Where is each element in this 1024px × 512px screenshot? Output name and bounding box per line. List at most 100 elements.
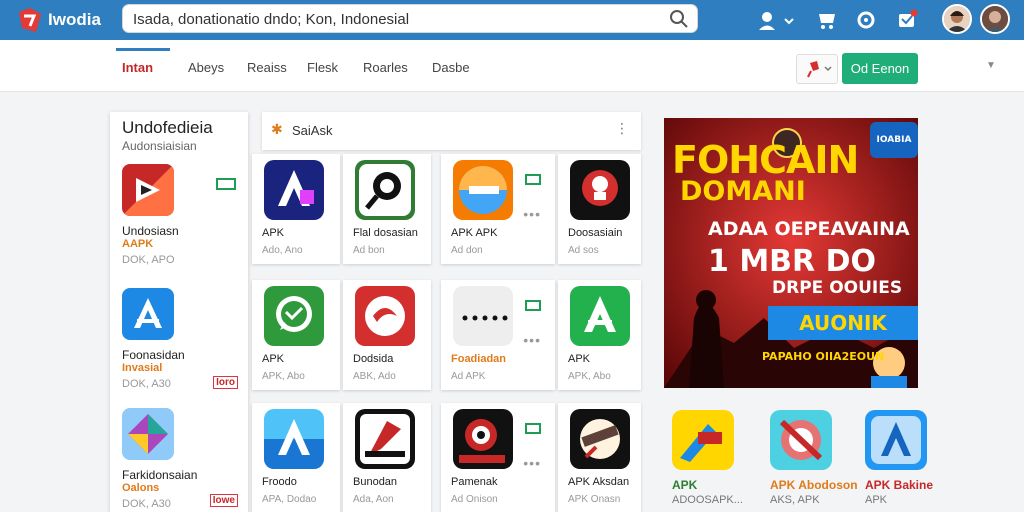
search-input[interactable]: Isada, donationatio dndo; Kon, Indonesia… bbox=[133, 11, 409, 28]
banner-footer-text: PAPAHO OIIA2EOUN bbox=[762, 350, 885, 363]
filter-button[interactable] bbox=[796, 54, 838, 84]
section-title: SaiAsk bbox=[292, 123, 333, 138]
app-meta: APK, Abo bbox=[262, 371, 305, 382]
app-meta: Ad APK bbox=[451, 371, 486, 382]
settings-icon[interactable] bbox=[855, 9, 877, 31]
tab-dasbe[interactable]: Dasbe bbox=[432, 60, 470, 75]
app-meta: ABK, Ado bbox=[353, 371, 396, 382]
more-options-icon[interactable]: ⋮ bbox=[615, 120, 629, 137]
user-icon[interactable] bbox=[756, 9, 778, 31]
app-name: Pamenak bbox=[451, 476, 498, 488]
tab-abeys[interactable]: Abeys bbox=[188, 60, 224, 75]
app-icon bbox=[355, 286, 415, 346]
app-card[interactable]: Flal dosasian Ad bon bbox=[343, 154, 431, 264]
install-status-icon bbox=[525, 300, 541, 311]
app-name: Bunodan bbox=[353, 476, 398, 488]
more-options-icon[interactable]: ••• bbox=[523, 332, 541, 348]
profile-photo-icon bbox=[982, 6, 1008, 32]
app-card[interactable]: Froodo APA, Dodao bbox=[252, 403, 340, 512]
cart-icon[interactable] bbox=[816, 9, 838, 31]
chevron-down-icon[interactable]: ▼ bbox=[986, 60, 996, 71]
chevron-down-icon[interactable] bbox=[782, 9, 796, 31]
notification-icon[interactable] bbox=[896, 9, 918, 31]
app-meta: APK, Abo bbox=[568, 371, 611, 382]
list-item[interactable]: Farkidonsaian Oalons DOK, A30 Iowe bbox=[110, 408, 248, 512]
banner-highlight: 1 MBR DO bbox=[708, 244, 876, 279]
app-tag: Oalons bbox=[122, 482, 160, 494]
install-status-icon bbox=[525, 174, 541, 185]
app-name: Dodsida bbox=[353, 353, 394, 365]
tab-roarles[interactable]: Roarles bbox=[363, 60, 408, 75]
app-logo-icon[interactable] bbox=[16, 6, 44, 34]
app-icon bbox=[672, 410, 734, 470]
app-name: APK APK bbox=[451, 227, 498, 239]
app-name: APK Abodoson bbox=[770, 478, 858, 492]
install-status-icon bbox=[525, 423, 541, 434]
app-card[interactable]: APK Abodoson AKS, APK bbox=[762, 410, 858, 510]
app-tag: AAPK bbox=[122, 238, 154, 250]
search-icon[interactable] bbox=[669, 9, 689, 29]
tab-flesk[interactable]: Flesk bbox=[307, 60, 338, 75]
search-bar[interactable]: Isada, donationatio dndo; Kon, Indonesia… bbox=[122, 4, 698, 33]
app-icon bbox=[264, 409, 324, 469]
banner-badge: IOABIA bbox=[870, 122, 918, 158]
app-meta: DOK, A30 bbox=[122, 498, 171, 510]
app-icon bbox=[355, 409, 415, 469]
app-name: Farkidonsaian bbox=[122, 468, 198, 482]
app-card[interactable]: APK APK, Abo bbox=[252, 280, 340, 390]
app-meta: APK Onasn bbox=[568, 494, 621, 505]
more-options-icon[interactable]: ••• bbox=[523, 206, 541, 222]
app-card[interactable]: ••• APK APK Ad don bbox=[441, 154, 555, 264]
list-item[interactable]: Undosiasn AAPK DOK, APO bbox=[110, 164, 248, 284]
app-icon bbox=[770, 410, 832, 470]
app-card[interactable]: Doosasiain Ad sos bbox=[558, 154, 641, 264]
promo-banner[interactable]: FOHCAIN DOMANI ADAA OEPEAVAINA 1 MBR DO … bbox=[664, 118, 918, 388]
app-meta: Ada, Aon bbox=[353, 494, 394, 505]
section-header: ✱ SaiAsk ⋮ bbox=[262, 112, 641, 150]
app-card[interactable]: Dodsida ABK, Ado bbox=[343, 280, 431, 390]
banner-cta[interactable]: AUONIK bbox=[768, 306, 918, 340]
list-item[interactable]: Foonasidan Invasial DOK, A30 Ioro bbox=[110, 288, 248, 408]
app-card[interactable]: ••• Foadiadan Ad APK bbox=[441, 280, 555, 390]
app-icon bbox=[865, 410, 927, 470]
app-name: Foonasidan bbox=[122, 348, 185, 362]
app-name: Doosasiain bbox=[568, 227, 623, 239]
app-name: Undosiasn bbox=[122, 224, 179, 238]
app-icon bbox=[355, 160, 415, 220]
app-meta: APA, Dodao bbox=[262, 494, 317, 505]
app-icon bbox=[570, 160, 630, 220]
pin-icon bbox=[807, 61, 832, 78]
sidebar-title: Undofedieia bbox=[122, 118, 213, 137]
app-card[interactable]: APK Ado, Ano bbox=[252, 154, 340, 264]
app-name: Foadiadan bbox=[451, 353, 507, 365]
app-meta: Ad Onison bbox=[451, 494, 498, 505]
sidebar-subtitle: Audonsiaisian bbox=[122, 139, 197, 153]
app-meta: Ad don bbox=[451, 245, 483, 256]
app-icon bbox=[264, 160, 324, 220]
app-card[interactable]: APK Aksdan APK Onasn bbox=[558, 403, 641, 512]
app-meta: Ad bon bbox=[353, 245, 385, 256]
app-card[interactable]: Bunodan Ada, Aon bbox=[343, 403, 431, 512]
install-status-icon bbox=[216, 178, 236, 190]
app-icon bbox=[453, 409, 513, 469]
app-card[interactable]: APK APK, Abo bbox=[558, 280, 641, 390]
app-icon bbox=[264, 286, 324, 346]
tab-intan[interactable]: Intan bbox=[122, 60, 153, 75]
app-icon bbox=[122, 164, 174, 216]
tab-reaiss[interactable]: Reaiss bbox=[247, 60, 287, 75]
app-icon bbox=[122, 288, 174, 340]
logo-text[interactable]: Iwodia bbox=[48, 10, 101, 30]
app-card[interactable]: APK Bakine APK bbox=[857, 410, 947, 510]
profile-avatar[interactable] bbox=[980, 4, 1010, 34]
app-card[interactable]: APK ADOOSAPK... bbox=[664, 410, 754, 510]
app-meta: Ado, Ano bbox=[262, 245, 303, 256]
active-tab-indicator bbox=[116, 48, 170, 51]
app-name: APK Bakine bbox=[865, 478, 934, 492]
app-name: APK bbox=[262, 353, 285, 365]
avatar[interactable] bbox=[942, 4, 972, 34]
app-name: APK Aksdan bbox=[568, 476, 630, 488]
primary-action-button[interactable]: Od Eenon bbox=[842, 53, 918, 84]
app-card[interactable]: ••• Pamenak Ad Onison bbox=[441, 403, 555, 512]
more-options-icon[interactable]: ••• bbox=[523, 455, 541, 471]
featured-sidebar: Undofedieia Audonsiaisian Undosiasn AAPK… bbox=[110, 112, 248, 512]
